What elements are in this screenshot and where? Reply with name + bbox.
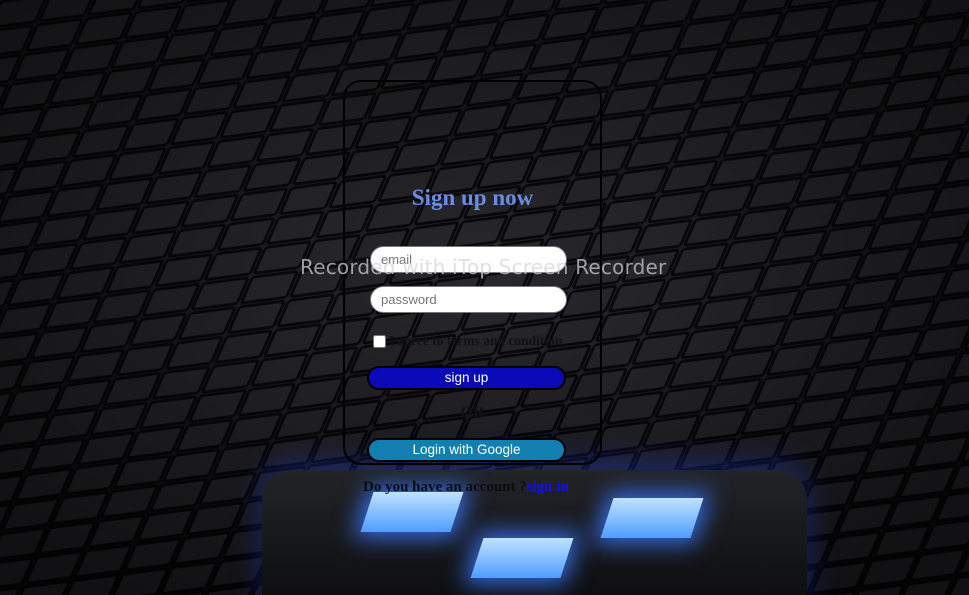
google-login-button[interactable]: Login with Google (367, 438, 566, 462)
cube-light-tile (470, 538, 574, 578)
signin-link[interactable]: sign in (527, 479, 569, 495)
cube-light-tile (360, 492, 464, 532)
terms-row: I agree to terms and condition (373, 333, 562, 349)
account-prompt-text: Do you have an account ? (363, 479, 527, 495)
email-input[interactable] (370, 246, 567, 273)
account-prompt: Do you have an account ?sign in (363, 479, 569, 496)
terms-checkbox[interactable] (373, 334, 386, 348)
signup-button[interactable]: sign up (367, 366, 566, 390)
password-input[interactable] (370, 286, 567, 313)
terms-label: I agree to terms and condition (389, 333, 563, 348)
or-divider: OR (460, 404, 485, 421)
form-title: Sign up now (411, 185, 534, 210)
cube-light-tile (600, 498, 704, 538)
